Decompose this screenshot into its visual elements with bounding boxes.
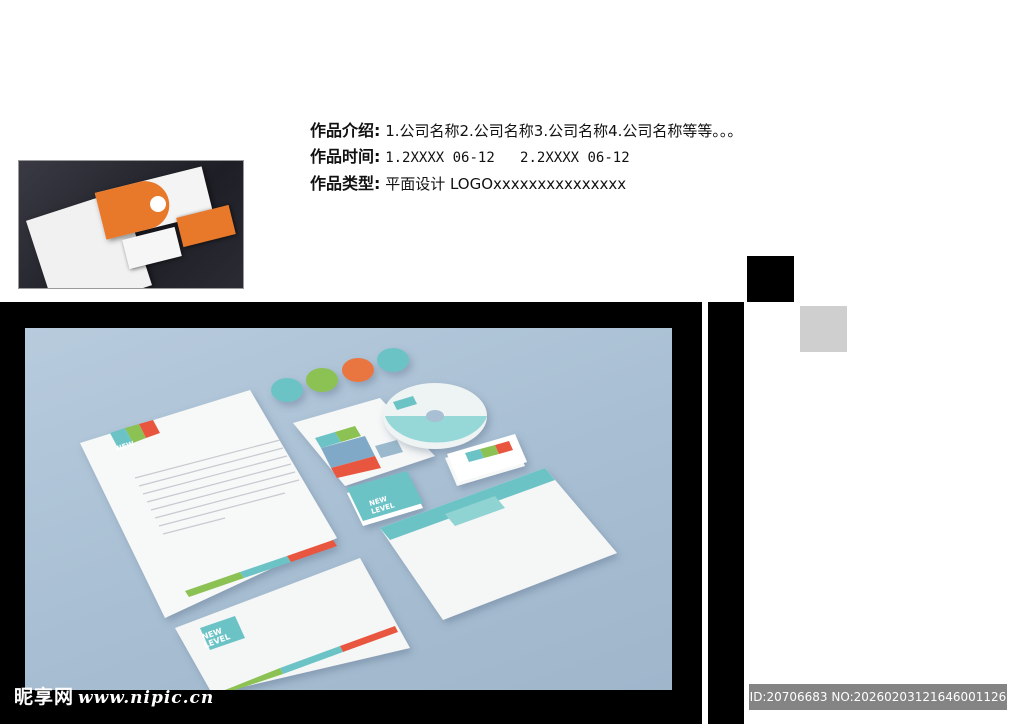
intro-row: 作品介绍: 1.公司名称2.公司名称3.公司名称4.公司名称等等。。。 bbox=[310, 118, 742, 144]
stationery-mockup: NEW NEW LEVEL NEW LEVEL bbox=[25, 328, 672, 690]
type-row: 作品类型: 平面设计 LOGOxxxxxxxxxxxxxxx bbox=[310, 171, 742, 197]
work-info: 作品介绍: 1.公司名称2.公司名称3.公司名称4.公司名称等等。。。 作品时间… bbox=[310, 118, 742, 197]
thumb-logo bbox=[147, 193, 169, 215]
time-row: 作品时间: 1.2XXXX 06-12 2.2XXXX 06-12 bbox=[310, 144, 742, 171]
mockup-illustration: NEW NEW LEVEL NEW LEVEL bbox=[80, 348, 617, 690]
decor-black-stripe bbox=[708, 302, 744, 724]
image-id-watermark: ID:20706683 NO:20260203121646001126 bbox=[749, 684, 1007, 710]
site-name: 昵享网 bbox=[14, 686, 75, 708]
site-url: www.nipic.cn bbox=[78, 688, 215, 708]
type-value: 平面设计 LOGOxxxxxxxxxxxxxxx bbox=[385, 175, 627, 193]
type-label: 作品类型: bbox=[310, 174, 381, 193]
thumbnail-image bbox=[18, 160, 244, 289]
intro-label: 作品介绍: bbox=[310, 121, 381, 140]
decor-gray-square bbox=[800, 306, 847, 352]
time-label: 作品时间: bbox=[310, 147, 381, 166]
time-value: 1.2XXXX 06-12 2.2XXXX 06-12 bbox=[385, 150, 630, 166]
cd-disc bbox=[383, 383, 487, 449]
site-watermark: 昵享网 www.nipic.cn bbox=[14, 682, 214, 709]
intro-value: 1.公司名称2.公司名称3.公司名称4.公司名称等等。。。 bbox=[385, 122, 743, 140]
badges bbox=[271, 348, 409, 402]
decor-black-square bbox=[747, 256, 794, 302]
